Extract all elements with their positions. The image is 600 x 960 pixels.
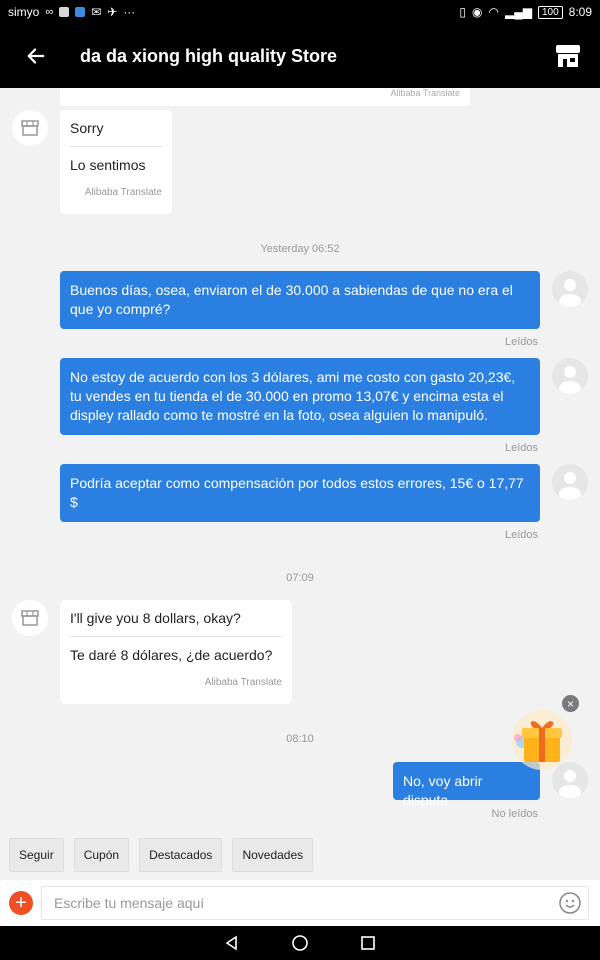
notification-icon <box>59 7 70 17</box>
store-button[interactable] <box>536 24 600 88</box>
mail-icon: ✉ <box>91 5 102 19</box>
app-icon <box>75 7 86 17</box>
battery-indicator: 100 <box>537 5 563 19</box>
read-status: Leídos <box>504 442 538 454</box>
message-input[interactable] <box>52 894 536 912</box>
back-button[interactable] <box>0 24 72 88</box>
follow-button[interactable]: Seguir <box>9 838 64 872</box>
gift-promo-button[interactable] <box>510 708 574 772</box>
featured-button[interactable]: Destacados <box>139 838 223 872</box>
partial-message: Alibaba Translate <box>60 88 470 106</box>
user-avatar <box>552 358 588 394</box>
translate-credit: Alibaba Translate <box>84 187 162 198</box>
nav-home-button[interactable] <box>290 933 310 953</box>
quick-actions-bar: Seguir Cupón Destacados Novedades <box>0 830 600 880</box>
carrier-label: simyo <box>8 5 40 19</box>
circle-home-icon <box>292 935 308 951</box>
message-input-box[interactable] <box>41 886 589 920</box>
voicemail-icon: ∞ <box>45 6 54 18</box>
read-status: Leídos <box>504 529 538 541</box>
original-text: Sorry <box>70 120 162 147</box>
read-status: No leídos <box>491 808 538 820</box>
wifi-icon: ◠ <box>488 5 499 19</box>
status-bar: simyo ∞ ✉ ✈ ··· ▯ ◉ ◠ ▂▄▆ 100 8:09 <box>0 0 600 24</box>
sent-message[interactable]: No estoy de acuerdo con los 3 dólares, a… <box>60 358 540 435</box>
user-avatar <box>552 464 588 500</box>
triangle-back-icon <box>225 935 237 951</box>
nav-recents-button[interactable] <box>358 933 378 953</box>
app-bar: da da xiong high quality Store <box>0 24 600 88</box>
shop-icon <box>21 610 39 626</box>
store-title: da da xiong high quality Store <box>80 45 338 66</box>
translated-text: Te daré 8 dólares, ¿de acuerdo? <box>70 647 273 663</box>
translate-credit: Alibaba Translate <box>390 88 460 98</box>
translated-text: Lo sentimos <box>70 157 146 173</box>
add-attachment-button[interactable]: + <box>9 891 33 915</box>
user-icon <box>559 279 581 307</box>
emoji-icon[interactable] <box>558 891 582 915</box>
sent-message[interactable]: Podría aceptar como compensación por tod… <box>60 464 540 522</box>
eye-icon: ◉ <box>472 5 483 19</box>
translate-credit: Alibaba Translate <box>204 677 282 688</box>
signal-icon: ▂▄▆ <box>504 5 532 19</box>
gift-icon <box>512 710 572 770</box>
store-avatar[interactable] <box>12 600 48 636</box>
message-text: No, voy abrir disputa <box>403 773 483 808</box>
original-text: I'll give you 8 dollars, okay? <box>70 610 282 637</box>
sent-message[interactable]: Buenos días, osea, enviaron el de 30.000… <box>60 271 540 329</box>
read-status: Leídos <box>504 336 538 348</box>
store-icon <box>556 45 580 67</box>
system-nav-bar <box>0 926 600 960</box>
close-icon[interactable]: × <box>562 695 579 712</box>
back-arrow-icon <box>27 48 45 64</box>
coupon-button[interactable]: Cupón <box>73 838 130 872</box>
user-icon <box>559 472 581 500</box>
user-icon <box>559 366 581 394</box>
new-items-button[interactable]: Novedades <box>232 838 314 872</box>
received-message[interactable]: Sorry Lo sentimos Alibaba Translate <box>60 110 172 214</box>
timestamp: 07:09 <box>286 572 314 584</box>
clock: 8:09 <box>568 5 592 19</box>
message-text: Podría aceptar como compensación por tod… <box>70 475 524 510</box>
user-avatar <box>552 271 588 307</box>
vibrate-icon: ▯ <box>459 5 467 19</box>
more-icon: ··· <box>123 5 136 19</box>
store-avatar[interactable] <box>12 110 48 146</box>
message-text: No estoy de acuerdo con los 3 dólares, a… <box>70 369 516 423</box>
received-message[interactable]: I'll give you 8 dollars, okay? Te daré 8… <box>60 600 292 704</box>
message-composer: + <box>0 880 600 926</box>
chat-area[interactable]: Alibaba Translate Sorry Lo sentimos Alib… <box>0 88 600 830</box>
timestamp: Yesterday 06:52 <box>260 243 340 255</box>
square-recents-icon <box>361 936 375 950</box>
nav-back-button[interactable] <box>222 933 242 953</box>
message-text: Buenos días, osea, enviaron el de 30.000… <box>70 282 513 317</box>
airplane-icon: ✈ <box>107 5 118 19</box>
shop-icon <box>21 120 39 136</box>
